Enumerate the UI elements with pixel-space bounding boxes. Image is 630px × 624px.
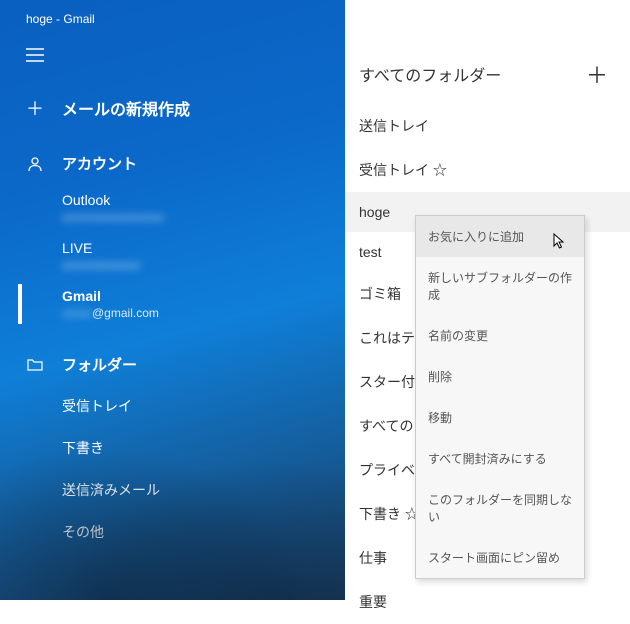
new-mail-label: メールの新規作成 bbox=[62, 96, 190, 120]
menu-mark-read[interactable]: すべて開封済みにする bbox=[416, 438, 584, 479]
account-sub-live: xxxxxxxxxxxxx bbox=[62, 258, 345, 272]
person-icon bbox=[26, 156, 44, 172]
folder-row[interactable]: 送信トレイ bbox=[345, 104, 630, 148]
context-menu: お気に入りに追加 新しいサブフォルダーの作成 名前の変更 削除 移動 すべて開封… bbox=[415, 215, 585, 579]
accounts-header[interactable]: アカウント bbox=[0, 145, 345, 184]
folders-header[interactable]: フォルダー bbox=[0, 346, 345, 385]
plus-icon: ＋ bbox=[26, 95, 44, 121]
sidebar-folder-drafts[interactable]: 下書き bbox=[0, 427, 345, 469]
menu-add-favorite[interactable]: お気に入りに追加 bbox=[416, 216, 584, 257]
add-folder-button[interactable]: ＋ bbox=[586, 58, 608, 90]
content-header: すべてのフォルダー ＋ bbox=[345, 48, 630, 104]
account-item-live[interactable]: LIVE xxxxxxxxxxxxx bbox=[0, 232, 345, 280]
window-title: hoge - Gmail bbox=[0, 8, 345, 36]
account-item-gmail[interactable]: Gmail xxxxx@gmail.com bbox=[0, 280, 345, 328]
folder-row[interactable]: 重要 bbox=[345, 580, 630, 624]
sidebar-folder-sent[interactable]: 送信済みメール bbox=[0, 469, 345, 511]
sidebar-folder-more[interactable]: その他 bbox=[0, 511, 345, 553]
sidebar: hoge - Gmail ＋ メールの新規作成 アカウント Outlook xx… bbox=[0, 0, 345, 600]
new-mail-button[interactable]: ＋ メールの新規作成 bbox=[0, 85, 345, 145]
accounts-label: アカウント bbox=[62, 153, 137, 174]
folders-label: フォルダー bbox=[62, 354, 137, 375]
account-sub-gmail: xxxxx@gmail.com bbox=[62, 306, 345, 320]
menu-delete[interactable]: 削除 bbox=[416, 356, 584, 397]
sidebar-folder-inbox[interactable]: 受信トレイ bbox=[0, 385, 345, 427]
hamburger-button[interactable] bbox=[0, 36, 345, 85]
folder-icon bbox=[26, 358, 44, 372]
account-sub-outlook: xxxxxxxxxxxxxxxxx bbox=[62, 210, 345, 224]
menu-pin-start[interactable]: スタート画面にピン留め bbox=[416, 537, 584, 578]
menu-rename[interactable]: 名前の変更 bbox=[416, 315, 584, 356]
menu-no-sync[interactable]: このフォルダーを同期しない bbox=[416, 479, 584, 537]
all-folders-label: すべてのフォルダー bbox=[359, 62, 501, 86]
hamburger-icon bbox=[26, 48, 44, 62]
menu-move[interactable]: 移動 bbox=[416, 397, 584, 438]
folder-row[interactable]: 受信トレイ ☆ bbox=[345, 148, 630, 192]
account-item-outlook[interactable]: Outlook xxxxxxxxxxxxxxxxx bbox=[0, 184, 345, 232]
menu-new-subfolder[interactable]: 新しいサブフォルダーの作成 bbox=[416, 257, 584, 315]
